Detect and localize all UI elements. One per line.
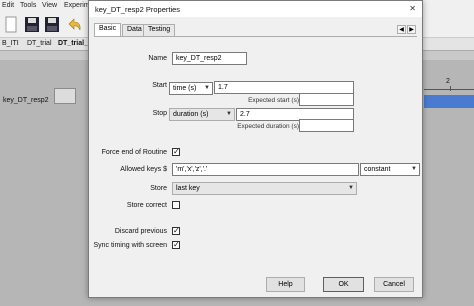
properties-dialog: key_DT_resp2 Properties ✕ Basic Data Tes… (88, 0, 423, 298)
tab-basic[interactable]: Basic (94, 23, 122, 36)
ok-button[interactable]: OK (323, 277, 364, 292)
expected-start-field[interactable] (299, 93, 354, 106)
expected-duration-label: Expected duration (s) (237, 123, 299, 130)
allowed-keys-mode-select[interactable]: constant ▼ (360, 163, 420, 176)
sync-timing-label: Sync timing with screen (93, 242, 167, 249)
timeline-tick (450, 86, 451, 91)
store-label: Store (150, 185, 167, 192)
checkmark-icon: ✓ (173, 147, 180, 156)
save-icon[interactable] (24, 16, 40, 33)
allowed-keys-label: Allowed keys $ (120, 166, 167, 173)
component-timeline-bar[interactable] (424, 95, 474, 108)
tab-b-iti[interactable]: B_ITI (2, 40, 19, 47)
tab-scroll-left-icon[interactable]: ◀ (397, 25, 406, 34)
menu-view[interactable]: View (42, 2, 57, 9)
close-icon[interactable]: ✕ (409, 4, 416, 13)
stop-type-select[interactable]: duration (s) ▼ (169, 108, 235, 121)
start-label: Start (152, 82, 167, 89)
save-as-icon[interactable] (44, 16, 60, 33)
chevron-down-icon: ▼ (348, 185, 354, 191)
discard-previous-label: Discard previous (114, 228, 167, 235)
help-button[interactable]: Help (266, 277, 305, 292)
name-label: Name (148, 55, 167, 62)
force-end-label: Force end of Routine (101, 149, 167, 156)
chevron-down-icon: ▼ (204, 85, 210, 91)
menu-tools[interactable]: Tools (20, 2, 36, 9)
store-correct-label: Store correct (126, 202, 167, 209)
sync-timing-checkbox[interactable]: ✓ (172, 240, 180, 249)
expected-duration-field[interactable] (299, 119, 354, 132)
name-field[interactable]: key_DT_resp2 (172, 52, 247, 65)
chevron-down-icon: ▼ (226, 111, 232, 117)
timeline-tick-label: 2 (446, 78, 450, 85)
keyboard-component-icon[interactable] (54, 88, 76, 104)
store-select[interactable]: last key ▼ (172, 182, 357, 195)
chevron-down-icon: ▼ (411, 166, 417, 172)
allowed-keys-field[interactable]: 'm','x','z','.' (172, 163, 359, 176)
store-correct-checkbox[interactable] (172, 201, 180, 209)
checkmark-icon: ✓ (173, 240, 180, 249)
tab-dt-trial[interactable]: DT_trial (27, 40, 52, 47)
timeline-axis (424, 89, 474, 90)
tab-scroll-right-icon[interactable]: ▶ (407, 25, 416, 34)
tab-testing[interactable]: Testing (143, 24, 176, 36)
stop-label: Stop (152, 110, 167, 117)
cancel-button[interactable]: Cancel (374, 277, 414, 292)
start-type-select[interactable]: time (s) ▼ (169, 82, 213, 95)
force-end-checkbox[interactable]: ✓ (172, 147, 180, 156)
discard-previous-checkbox[interactable]: ✓ (172, 226, 180, 235)
dialog-titlebar: key_DT_resp2 Properties ✕ (89, 1, 422, 17)
undo-icon[interactable] (66, 16, 82, 33)
dialog-title: key_DT_resp2 Properties (95, 5, 181, 14)
new-file-icon[interactable] (4, 16, 20, 33)
expected-start-label: Expected start (s) (248, 97, 299, 104)
checkmark-icon: ✓ (173, 226, 180, 235)
menu-experiment[interactable]: Experim (64, 2, 90, 9)
component-label: key_DT_resp2 (3, 97, 49, 104)
menu-edit[interactable]: Edit (2, 2, 14, 9)
